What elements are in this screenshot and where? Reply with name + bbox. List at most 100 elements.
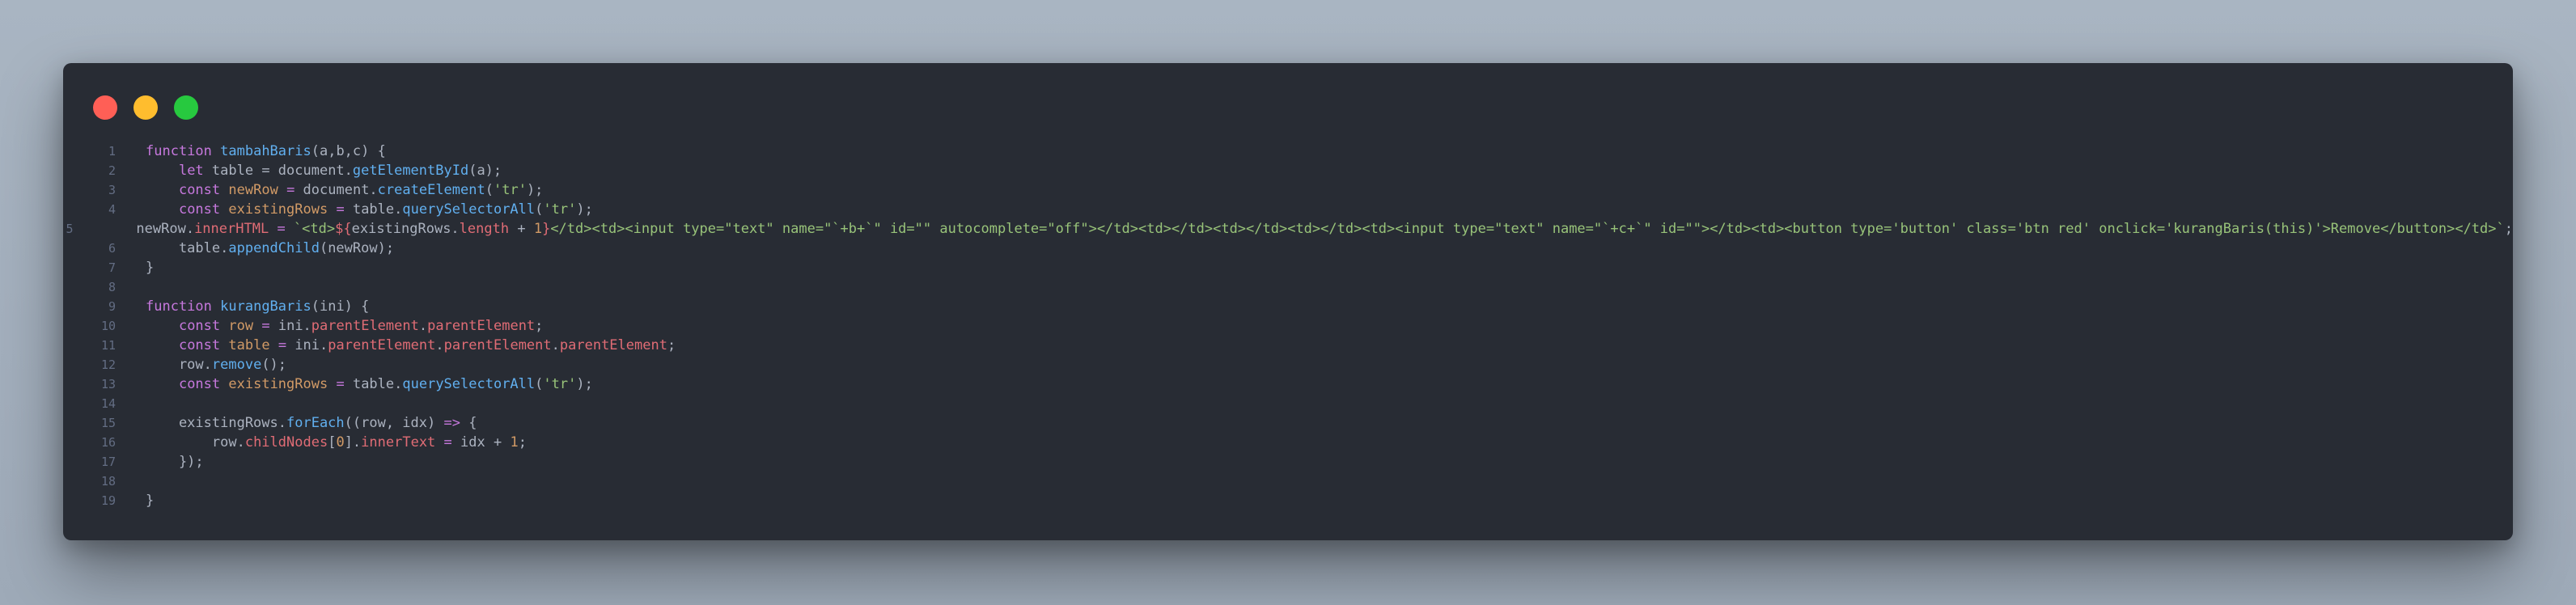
code-token: row [228, 318, 254, 334]
line-number: 16 [100, 435, 116, 450]
code-token: </td><td><input type="text" name="`+b+`"… [550, 221, 2505, 237]
line-number: 10 [100, 319, 116, 333]
code-token: tambahBaris [220, 143, 311, 159]
code-token: innerText [361, 434, 436, 451]
code-text: function tambahBaris(a,b,c) { [146, 142, 386, 161]
code-token: ; [518, 434, 527, 451]
code-token: let [178, 163, 204, 179]
line-number: 12 [100, 358, 116, 372]
code-line: 15 existingRows.forEach((row, idx) => { [63, 413, 2513, 433]
code-text: const existingRows = table.querySelector… [146, 200, 593, 219]
code-token: querySelectorAll [402, 376, 536, 392]
code-text: } [146, 491, 154, 510]
code-token: existingRows [228, 201, 328, 218]
code-text: const table = ini.parentElement.parentEl… [146, 336, 676, 355]
code-line: 17 }); [63, 452, 2513, 472]
code-token: const [178, 201, 221, 218]
line-number: 14 [100, 396, 116, 411]
code-token: = [277, 221, 286, 237]
line-number: 4 [108, 202, 116, 217]
code-line: 16 row.childNodes[0].innerText = idx + 1… [63, 433, 2513, 452]
code-token: => [443, 415, 460, 431]
code-token: length [459, 221, 510, 237]
code-token: kurangBaris [220, 298, 311, 315]
code-token: 1 [510, 434, 519, 451]
code-token: ( [535, 201, 544, 218]
code-token: idx + [451, 434, 511, 451]
code-block: 1 function tambahBaris(a,b,c) { 2 let tabl… [63, 142, 2513, 510]
minimize-icon[interactable] [133, 95, 158, 120]
line-number: 3 [108, 183, 116, 197]
code-token: = [336, 201, 345, 218]
code-line: 6 table.appendChild(newRow); [63, 239, 2513, 258]
line-number: 17 [100, 455, 116, 469]
code-token: ini. [286, 337, 328, 353]
code-token: 'tr' [543, 201, 577, 218]
line-number: 11 [100, 338, 116, 353]
code-token: const [178, 318, 221, 334]
code-token: table. [344, 201, 403, 218]
code-text: row.childNodes[0].innerText = idx + 1; [146, 433, 527, 452]
code-line: 7} [63, 258, 2513, 277]
code-token: newRow [228, 182, 278, 198]
code-token: ( [535, 376, 544, 392]
line-number: 8 [108, 280, 116, 294]
code-token: parentElement [427, 318, 536, 334]
close-icon[interactable] [93, 95, 117, 120]
code-text: }); [146, 452, 204, 472]
code-line: 5 newRow.innerHTML = `<td>${existingRows… [63, 219, 2513, 239]
code-token: ); [576, 376, 593, 392]
code-token: ; [667, 337, 676, 353]
code-token: function [146, 143, 212, 159]
code-token: } [146, 260, 155, 276]
code-token: { [460, 415, 477, 431]
code-token: parentElement [328, 337, 436, 353]
code-token: childNodes [244, 434, 328, 451]
code-token: const [178, 182, 221, 198]
code-text: let table = document.getElementById(a); [146, 161, 502, 180]
code-token: = [336, 376, 345, 392]
code-token: ini. [269, 318, 311, 334]
code-token: const [178, 337, 221, 353]
code-token: document. [294, 182, 378, 198]
code-token: table. [146, 240, 229, 256]
code-token: const [178, 376, 221, 392]
code-token: table. [344, 376, 403, 392]
code-token: appendChild [228, 240, 320, 256]
code-line: 11 const table = ini.parentElement.paren… [63, 336, 2513, 355]
line-number: 1 [108, 144, 116, 159]
line-number: 2 [108, 163, 116, 178]
code-token: ); [576, 201, 593, 218]
line-number: 7 [108, 260, 116, 275]
code-token: = [286, 182, 295, 198]
code-token: table [228, 337, 270, 353]
code-token: existingRows. [146, 415, 286, 431]
code-token: } [146, 493, 155, 509]
code-token: . [418, 318, 428, 334]
code-token: function [146, 298, 212, 315]
code-text: const newRow = document.createElement('t… [146, 180, 543, 200]
window-controls [93, 95, 214, 120]
maximize-icon[interactable] [174, 95, 198, 120]
code-token: getElementById [352, 163, 469, 179]
code-line: 18 [63, 472, 2513, 491]
code-token: }); [146, 454, 204, 470]
code-token: newRow. [103, 221, 195, 237]
code-token: 0 [336, 434, 345, 451]
code-line: 14 [63, 394, 2513, 413]
code-line: 12 row.remove(); [63, 355, 2513, 374]
line-number: 6 [108, 241, 116, 256]
code-token: remove [211, 357, 262, 373]
